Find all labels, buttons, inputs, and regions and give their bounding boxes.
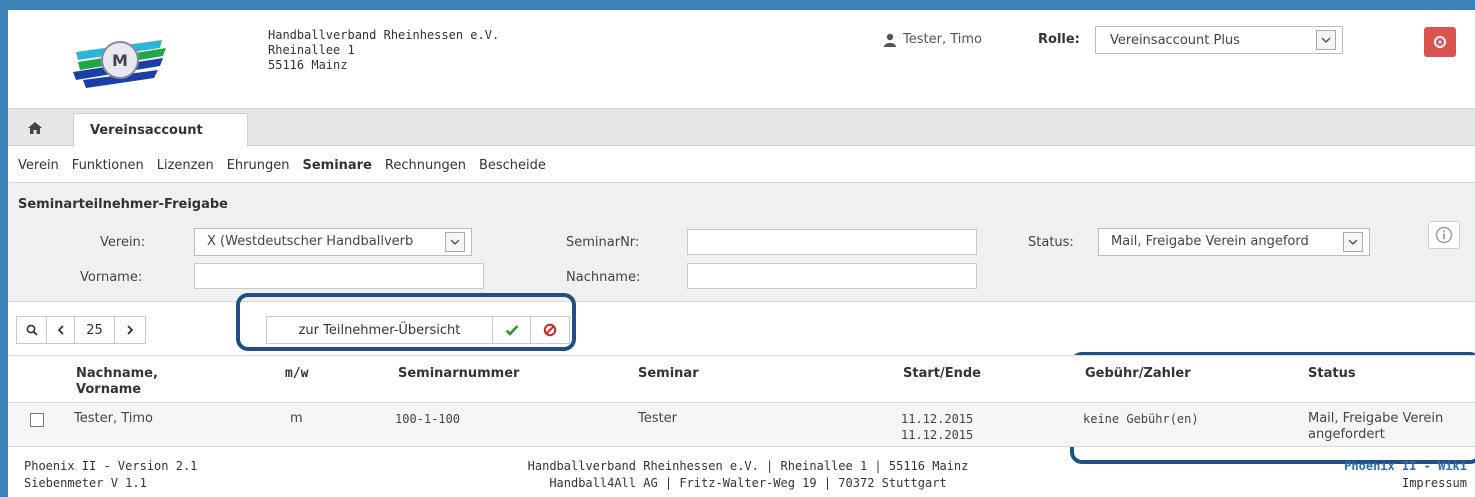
- org-street: Rheinallee 1: [268, 43, 355, 57]
- table-row[interactable]: Tester, Timo m 100-1-100 Tester 11.12.20…: [8, 403, 1475, 447]
- col-header-status[interactable]: Status: [1308, 366, 1356, 382]
- org-name: Handballverband Rheinhessen e.V.: [268, 28, 500, 42]
- col-header-name[interactable]: Nachname, Vorname: [76, 366, 158, 398]
- cell-ende: 11.12.2015: [901, 428, 974, 442]
- org-city: 55116 Mainz: [268, 58, 348, 72]
- chevron-down-icon[interactable]: [1316, 30, 1336, 50]
- submenu-item-funktionen[interactable]: Funktionen: [72, 158, 144, 173]
- status-select[interactable]: Mail, Freigabe Verein angeford: [1098, 228, 1370, 256]
- col-header-seminar[interactable]: Seminar: [638, 366, 699, 382]
- submenu-item-verein[interactable]: Verein: [18, 158, 59, 173]
- verein-label: Verein:: [100, 235, 146, 250]
- version-text: Phoenix II - Version 2.1: [24, 459, 198, 473]
- footer-address: Handballverband Rheinhessen e.V. | Rhein…: [498, 458, 998, 492]
- status-label: Status:: [1028, 235, 1074, 250]
- row-checkbox[interactable]: [30, 413, 44, 427]
- svg-text:M: M: [112, 51, 128, 70]
- submenu-item-ehrungen[interactable]: Ehrungen: [227, 158, 290, 173]
- seminarnr-input[interactable]: [687, 229, 977, 255]
- prev-page-button[interactable]: [47, 317, 75, 343]
- submenu-item-bescheide[interactable]: Bescheide: [479, 158, 546, 173]
- current-user[interactable]: Tester, Timo: [883, 32, 982, 47]
- submenu-item-seminare[interactable]: Seminare: [302, 158, 371, 173]
- verein-select[interactable]: X (Westdeutscher Handballverb: [194, 228, 472, 256]
- vorname-label: Vorname:: [80, 270, 143, 285]
- search-button[interactable]: [17, 317, 47, 343]
- home-icon: [28, 122, 42, 134]
- cell-gender: m: [290, 411, 303, 426]
- col-header-gender[interactable]: m/w: [285, 366, 308, 382]
- chevron-left-icon: [57, 325, 64, 335]
- chevron-down-icon[interactable]: [1343, 232, 1363, 252]
- submenu-item-rechnungen[interactable]: Rechnungen: [385, 158, 466, 173]
- wiki-link[interactable]: Phoenix II - Wiki: [1344, 458, 1467, 475]
- col-header-start-ende[interactable]: Start/Ende: [903, 366, 981, 382]
- page-size-display[interactable]: 25: [75, 317, 115, 343]
- user-name: Tester, Timo: [903, 32, 982, 47]
- pager-toolbar: 25: [16, 316, 146, 344]
- nachname-input[interactable]: [687, 263, 977, 289]
- logo: M: [73, 40, 166, 88]
- next-page-button[interactable]: [115, 317, 145, 343]
- power-icon: [1434, 36, 1446, 48]
- col-header-seminarnummer[interactable]: Seminarnummer: [398, 366, 519, 382]
- verein-select-value: X (Westdeutscher Handballverb: [207, 234, 414, 249]
- role-select[interactable]: Vereinsaccount Plus: [1095, 26, 1343, 54]
- header: M Handballverband Rheinhessen e.V. Rhein…: [8, 10, 1475, 108]
- nachname-label: Nachname:: [566, 270, 641, 285]
- cell-seminarnummer: 100-1-100: [395, 412, 461, 426]
- vorname-input[interactable]: [194, 263, 484, 289]
- filter-title: Seminarteilnehmer-Freigabe: [18, 197, 228, 212]
- cell-start-ende: 11.12.2015 11.12.2015: [901, 411, 973, 443]
- tab-bar: Vereinsaccount: [8, 108, 1475, 147]
- footer-version: Phoenix II - Version 2.1 Siebenmeter V 1…: [24, 458, 197, 492]
- seminarnr-label: SeminarNr:: [566, 235, 640, 250]
- footer-line-1: Handballverband Rheinhessen e.V. | Rhein…: [527, 459, 969, 473]
- highlight-actions: [236, 293, 576, 351]
- home-tab[interactable]: [20, 117, 50, 139]
- user-icon: [884, 33, 896, 47]
- col-header-gebuehr[interactable]: Gebühr/Zahler: [1085, 366, 1191, 382]
- filter-panel: Seminarteilnehmer-Freigabe Verein: X (We…: [8, 182, 1475, 302]
- submenu: Verein Funktionen Lizenzen Ehrungen Semi…: [18, 158, 559, 173]
- cell-start: 11.12.2015: [901, 412, 974, 426]
- info-icon[interactable]: [1428, 221, 1460, 249]
- search-icon: [26, 324, 38, 336]
- cell-status: Mail, Freigabe Verein angefordert: [1308, 411, 1444, 442]
- siebenmeter-text: Siebenmeter V 1.1: [24, 476, 147, 490]
- status-select-value: Mail, Freigabe Verein angeford: [1111, 234, 1309, 249]
- chevron-down-icon[interactable]: [445, 232, 465, 252]
- submenu-item-lizenzen[interactable]: Lizenzen: [157, 158, 214, 173]
- footer-links: Phoenix II - Wiki Impressum: [1344, 458, 1467, 492]
- cell-seminar: Tester: [638, 411, 677, 426]
- table-header: Nachname, Vorname m/w Seminarnummer Semi…: [8, 355, 1475, 403]
- footer-line-2: Handball4All AG | Fritz-Walter-Weg 19 | …: [549, 476, 947, 490]
- logout-button[interactable]: [1424, 27, 1456, 57]
- chevron-right-icon: [127, 325, 134, 335]
- cell-name: Tester, Timo: [74, 411, 153, 426]
- organization-address: Handballverband Rheinhessen e.V. Rheinal…: [268, 28, 499, 73]
- impressum-link[interactable]: Impressum: [1344, 475, 1467, 492]
- role-label: Rolle:: [1038, 32, 1080, 47]
- tab-vereinsaccount[interactable]: Vereinsaccount: [73, 113, 248, 147]
- app-frame: M Handballverband Rheinhessen e.V. Rhein…: [8, 10, 1475, 497]
- cell-gebuehr: keine Gebühr(en): [1083, 412, 1199, 426]
- role-select-value: Vereinsaccount Plus: [1110, 33, 1240, 48]
